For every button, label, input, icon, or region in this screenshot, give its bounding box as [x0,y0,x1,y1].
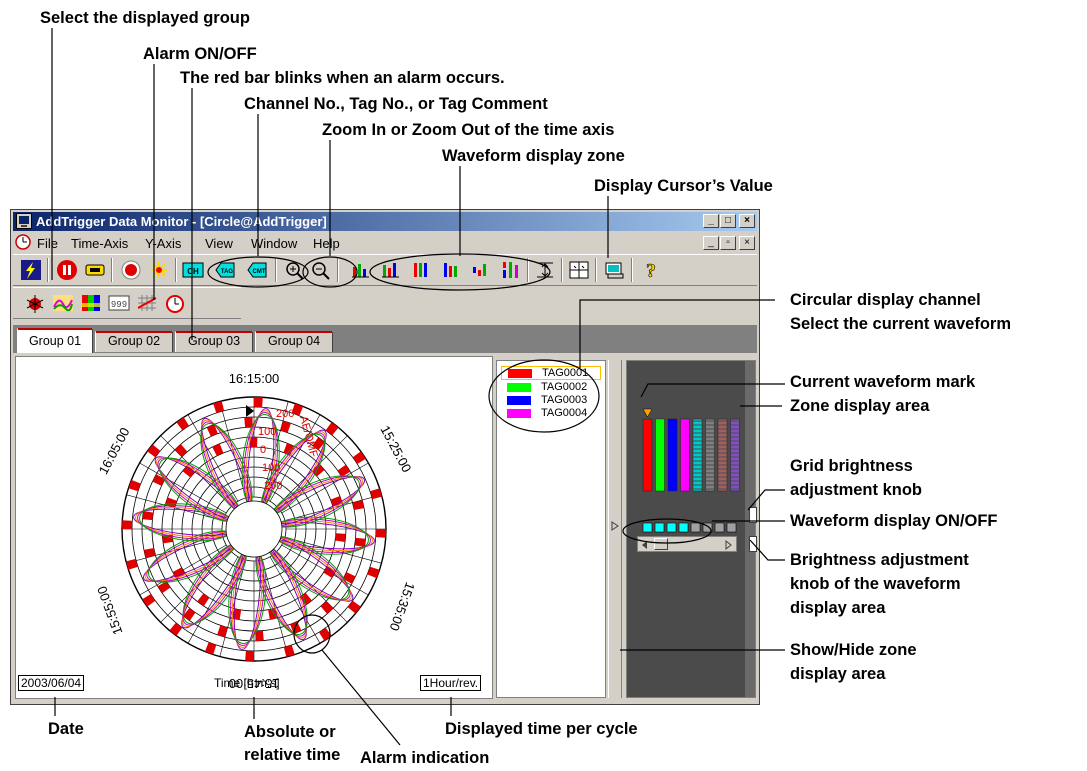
callout-lines [51,28,785,746]
